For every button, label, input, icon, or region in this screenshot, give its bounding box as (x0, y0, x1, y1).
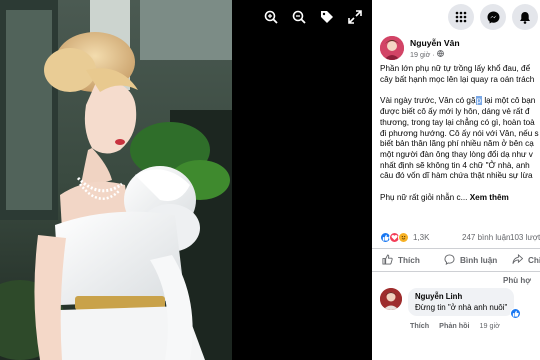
photo-illustration (0, 0, 232, 360)
post-stats: 1,3K 247 bình luận 103 lượt (380, 231, 540, 243)
share-icon (512, 253, 524, 267)
comment-label: Bình luận (460, 256, 498, 265)
post-line: đi phương hướng. Cô ấy nói với Vân, nếu … (380, 128, 539, 138)
post-panel: Nguyễn Vân 19 giờ · Phần lớn phụ nữ tự t… (372, 0, 540, 360)
post-line: một người đàn ông thay lòng đổi dạ như v (380, 149, 533, 159)
tag-icon[interactable] (318, 8, 336, 26)
globe-icon (436, 49, 444, 59)
post-line: thương, trong tay lại chẳng có gì, hoàn … (380, 117, 535, 127)
comment-author[interactable]: Nguyễn Linh (415, 292, 507, 301)
fullscreen-icon[interactable] (346, 8, 364, 26)
post-text: Phần lớn phụ nữ tự trồng lấy khổ đau, để… (380, 64, 540, 204)
share-label: Chia sẻ (528, 256, 540, 265)
comment-icon (444, 254, 455, 267)
post-line-text: lại một cô bạn (482, 96, 536, 106)
post-line-text: Phụ nữ rất giỏi nhẫn c... (380, 193, 468, 203)
reaction-count[interactable]: 1,3K (413, 233, 429, 242)
zoom-in-icon[interactable] (262, 8, 280, 26)
author-meta: Nguyễn Vân 19 giờ · (410, 38, 460, 59)
comment-time[interactable]: 19 giờ (480, 321, 500, 330)
post-time-text: 19 giờ · (410, 49, 437, 59)
post-line: Phụ nữ rất giỏi nhẫn c... Xem thêm (380, 193, 540, 204)
menu-grid-icon[interactable] (448, 4, 474, 30)
care-reaction-icon[interactable] (398, 231, 409, 243)
share-button[interactable]: Chia sẻ (512, 253, 540, 267)
viewer-toolbar (262, 8, 364, 26)
like-label: Thích (398, 256, 420, 265)
comment-count[interactable]: 247 bình luận (462, 233, 511, 242)
comment-like-link[interactable]: Thích (410, 321, 429, 330)
author-avatar[interactable] (380, 36, 404, 60)
post-line: Phần lớn phụ nữ tự trồng lấy khổ đau, để (380, 64, 531, 73)
comment-button[interactable]: Bình luận (444, 254, 497, 267)
notifications-icon[interactable] (512, 4, 538, 30)
post-actions: Thích Bình luận Chia sẻ (372, 248, 540, 272)
comment-like-icon[interactable] (510, 308, 521, 319)
post-line-text: Vài ngày trước, Vân có gặ (380, 96, 476, 106)
comment-sort-dropdown[interactable]: Phù hợ (503, 276, 531, 285)
share-count[interactable]: 103 lượt (510, 233, 540, 242)
post-line: được biết cô ấy mới ly hôn, dáng vẻ rất … (380, 107, 530, 117)
post-line: biết bản thân lãng phí nhiều năm ở bên c… (380, 139, 534, 149)
see-more-link[interactable]: Xem thêm (470, 193, 509, 202)
author-name[interactable]: Nguyễn Vân (410, 38, 460, 48)
zoom-out-icon[interactable] (290, 8, 308, 26)
post-timestamp[interactable]: 19 giờ · (410, 50, 460, 59)
comment-reply-link[interactable]: Phản hồi (439, 321, 469, 330)
commenter-avatar[interactable] (380, 288, 402, 310)
post-header: Nguyễn Vân 19 giờ · (380, 36, 460, 60)
post-photo[interactable] (0, 0, 232, 360)
like-button[interactable]: Thích (382, 254, 420, 267)
comment-bubble: Nguyễn Linh Đừng tin "ở nhà anh nuôi" (408, 288, 515, 316)
post-line: cây bất hạnh mọc lên lại quay ra oán trá… (380, 74, 535, 84)
post-line: Vài ngày trước, Vân có gặp lại một cô bạ… (380, 96, 540, 107)
messenger-icon[interactable] (480, 4, 506, 30)
post-line: nhất định sẽ không tin 4 chữ "Ở nhà, anh (380, 160, 530, 170)
comment-actions: Thích Phản hồi 19 giờ (410, 321, 500, 330)
photo-viewer (0, 0, 372, 360)
comment-text: Đừng tin "ở nhà anh nuôi" (415, 303, 508, 312)
thumbs-up-icon (382, 254, 393, 267)
post-line: câu đó vốn dĩ hàm chứa thật nhiều sự lừa (380, 171, 533, 181)
top-bar (372, 0, 540, 34)
